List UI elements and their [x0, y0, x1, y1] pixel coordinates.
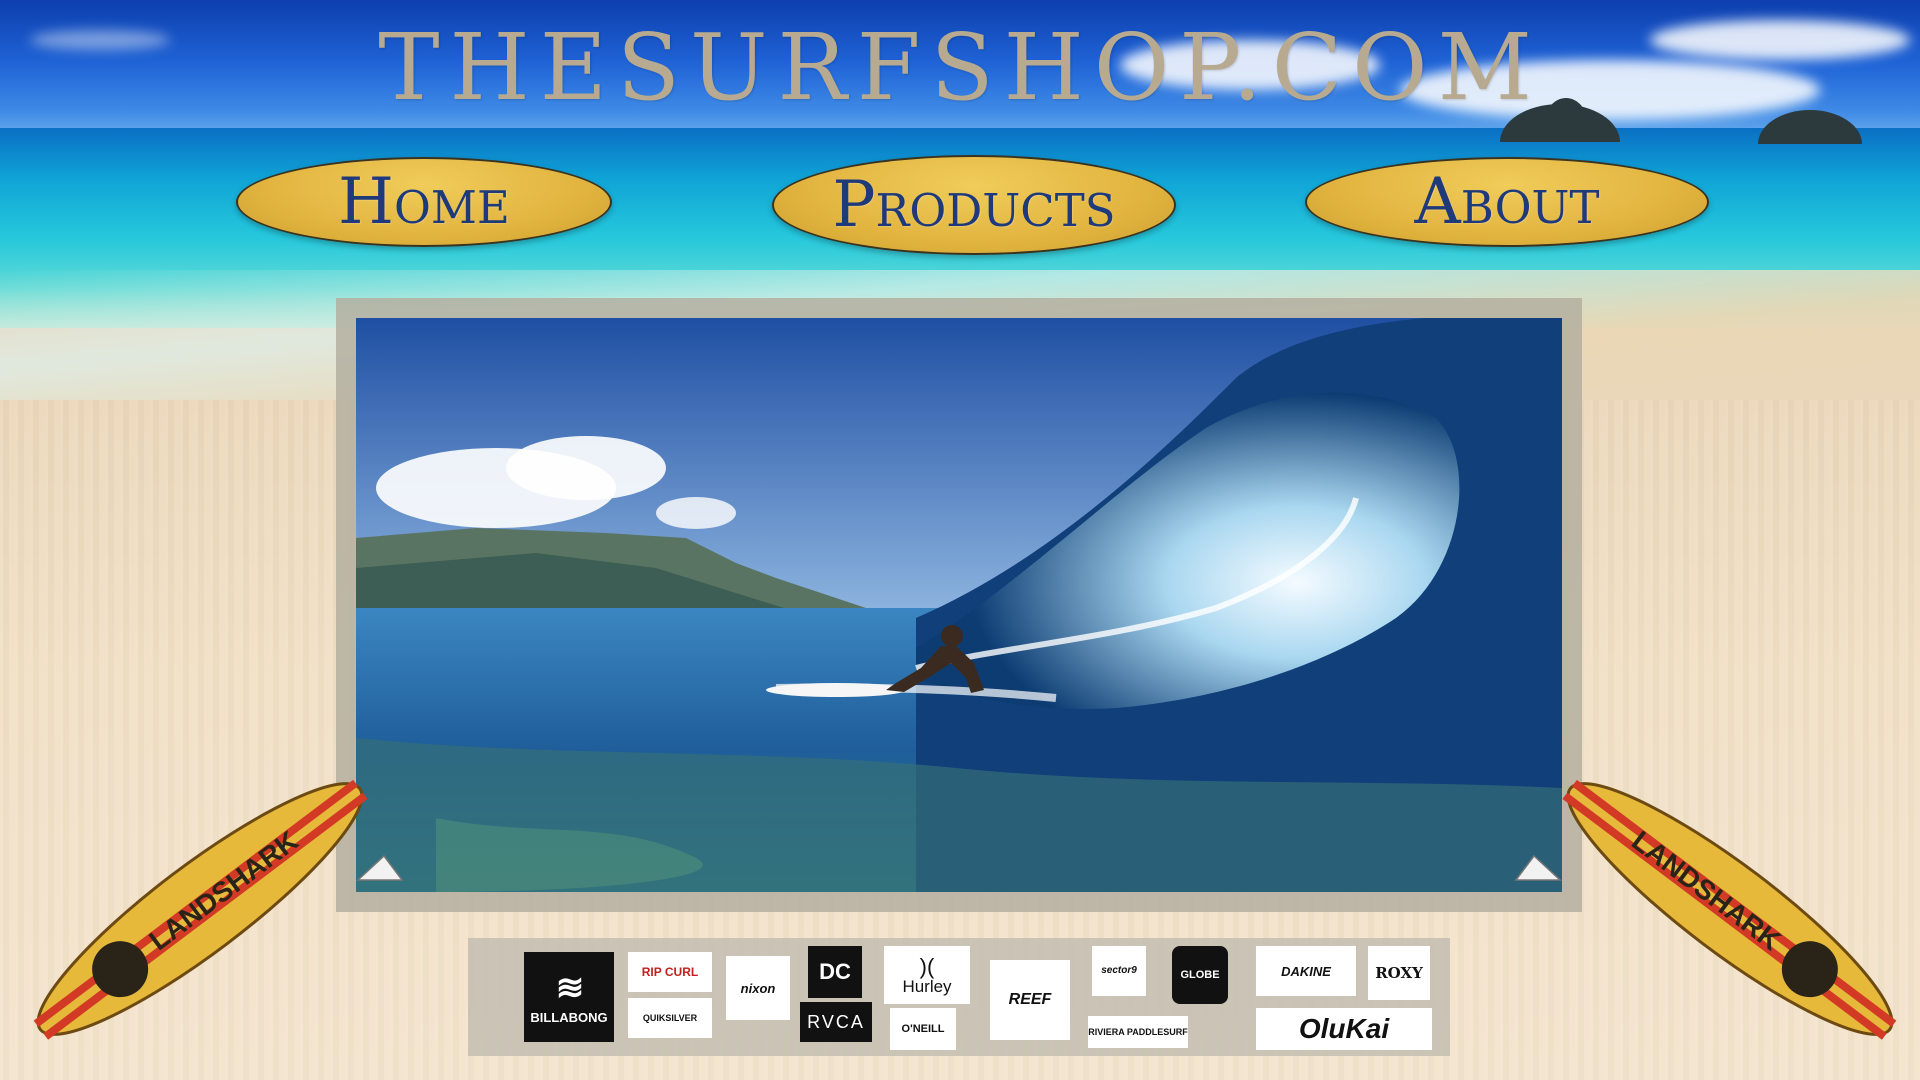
- brand-name: RVCA: [807, 1012, 865, 1032]
- brand-logo-hurley[interactable]: )( Hurley: [884, 946, 970, 1004]
- site-title: thesurfshop.com: [378, 14, 1542, 121]
- brand-logo-globe[interactable]: GLOBE: [1172, 946, 1228, 1004]
- brand-logo-olukai[interactable]: OluKai: [1256, 1008, 1432, 1050]
- brand-name: ROXY: [1375, 963, 1423, 982]
- brand-logo-sector9[interactable]: sector9: [1092, 946, 1146, 996]
- nav-about-label: About: [1414, 165, 1600, 239]
- brand-logo-reef[interactable]: REEF: [990, 960, 1070, 1040]
- brand-name: REEF: [1008, 991, 1052, 1008]
- slide-image-surfer-wave: [356, 318, 1562, 892]
- brand-name: GLOBE: [1180, 968, 1220, 981]
- brand-logo-billabong[interactable]: ≋ BILLABONG: [524, 952, 614, 1042]
- nav-products-button[interactable]: Products: [772, 155, 1176, 255]
- slideshow: [336, 298, 1582, 912]
- brand-logo-riviera[interactable]: RIVIERA PADDLESURF: [1088, 1016, 1188, 1048]
- hurley-icon: )(: [919, 953, 935, 979]
- brand-logo-nixon[interactable]: nixon: [726, 956, 790, 1020]
- brand-name: nixon: [740, 980, 776, 996]
- nav-home-label: Home: [338, 165, 510, 239]
- brand-logo-dc[interactable]: DC: [808, 946, 862, 998]
- brand-logo-dakine[interactable]: DAKINE: [1256, 946, 1356, 996]
- brand-name: O'NEILL: [901, 1022, 945, 1035]
- brand-logo-rvca[interactable]: RVCA: [800, 1002, 872, 1042]
- landshark-surfboard-right: LANDSHARK: [1562, 779, 1897, 1040]
- brand-name: DAKINE: [1281, 963, 1331, 979]
- brand-logo-quiksilver[interactable]: QUIKSILVER: [628, 998, 712, 1038]
- brand-name: sector9: [1101, 965, 1137, 976]
- brand-name: Hurley: [902, 976, 952, 996]
- brand-name: RIP CURL: [641, 965, 699, 979]
- brand-name: DC: [819, 959, 851, 984]
- brand-name: BILLABONG: [530, 1009, 608, 1025]
- nav-home-button[interactable]: Home: [236, 157, 612, 247]
- nav-about-button[interactable]: About: [1305, 157, 1709, 247]
- surfer-wave-photo: [356, 318, 1562, 892]
- nav-products-label: Products: [832, 168, 1116, 242]
- landshark-surfboard-left: LANDSHARK: [33, 779, 368, 1040]
- brand-name: QUIKSILVER: [642, 1012, 698, 1023]
- brand-logo-strip: ≋ BILLABONG RIP CURL QUIKSILVER nixon DC…: [468, 938, 1450, 1056]
- brand-logo-ripcurl[interactable]: RIP CURL: [628, 952, 712, 992]
- brand-logo-roxy[interactable]: ROXY: [1368, 946, 1430, 1000]
- brand-name: RIVIERA PADDLESURF: [1088, 1026, 1188, 1037]
- brand-logo-oneill[interactable]: O'NEILL: [890, 1008, 956, 1050]
- brand-name: OluKai: [1298, 1013, 1390, 1044]
